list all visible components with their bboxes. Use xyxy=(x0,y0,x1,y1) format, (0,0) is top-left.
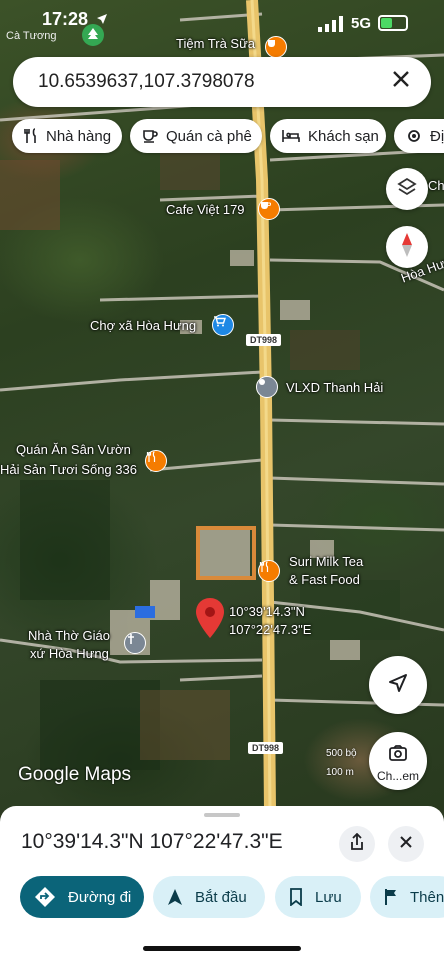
directions-button[interactable]: Đường đi xyxy=(20,876,144,918)
place-label-nha-tho-1[interactable]: Nhà Thờ Giáo xyxy=(28,628,110,644)
explore-label: Ch...em xyxy=(376,768,419,783)
place-label-quan-an-1[interactable]: Quán Ăn Sân Vườn xyxy=(16,442,131,458)
place-label-ch-right[interactable]: Ch xyxy=(428,178,444,194)
directions-label: Đường đi xyxy=(68,888,132,906)
status-time: 17:28 xyxy=(42,9,89,29)
compass-icon xyxy=(400,232,414,263)
save-label: Lưu xyxy=(315,888,342,906)
chip-label: Quán cà phê xyxy=(166,127,252,145)
home-indicator[interactable] xyxy=(143,946,301,951)
navigation-arrow-icon xyxy=(167,888,183,906)
share-button[interactable] xyxy=(339,826,375,862)
place-label-nha-tho-2[interactable]: xứ Hòa Hưng xyxy=(30,646,109,662)
fork-knife-icon xyxy=(24,128,38,144)
start-button[interactable]: Bắt đầu xyxy=(153,876,265,918)
bed-icon xyxy=(282,129,300,143)
restaurant-poi-icon[interactable] xyxy=(258,560,280,582)
flag-icon xyxy=(384,888,398,906)
search-bar[interactable]: 10.6539637,107.3798078 xyxy=(13,57,431,107)
bookmark-icon xyxy=(289,888,303,906)
sheet-drag-handle[interactable] xyxy=(204,813,240,817)
close-sheet-button[interactable] xyxy=(388,826,424,862)
chip-cafes[interactable]: Quán cà phê xyxy=(130,119,262,153)
chip-restaurants[interactable]: Nhà hàng xyxy=(12,119,122,153)
shopping-poi-icon[interactable] xyxy=(212,314,234,336)
start-label: Bắt đầu xyxy=(195,888,247,906)
place-label-suri-2[interactable]: & Fast Food xyxy=(289,572,360,588)
navigation-arrow-icon xyxy=(387,672,409,699)
status-bar: 17:28 Cà Tương 5G xyxy=(0,0,444,46)
search-query[interactable]: 10.6539637,107.3798078 xyxy=(38,71,255,93)
layers-button[interactable] xyxy=(386,168,428,210)
back-to-app-link[interactable]: Cà Tương xyxy=(6,30,56,42)
chip-more[interactable]: Đị xyxy=(394,119,444,153)
map-scale: 500 bộ 100 m xyxy=(326,748,357,778)
cafe-poi-icon[interactable] xyxy=(258,198,280,220)
road-shield-dt998: DT998 xyxy=(246,334,282,346)
road-shield-dt998: DT998 xyxy=(248,742,284,754)
place-label-cho-xa[interactable]: Chợ xã Hòa Hưng xyxy=(90,318,196,334)
place-label-vlxd[interactable]: VLXD Thanh Hải xyxy=(286,380,383,396)
chip-label: Đị xyxy=(430,127,444,145)
coffee-cup-icon xyxy=(142,128,158,144)
directions-icon xyxy=(34,886,56,908)
place-title: 10°39'14.3"N 107°22'47.3"E xyxy=(21,830,283,853)
close-icon xyxy=(399,835,413,854)
restaurant-poi-icon[interactable] xyxy=(145,450,167,472)
share-icon xyxy=(349,832,365,856)
save-button[interactable]: Lưu xyxy=(275,876,361,918)
place-label-suri-1[interactable]: Suri Milk Tea xyxy=(289,554,363,570)
place-bottom-sheet[interactable]: 10°39'14.3"N 107°22'47.3"E Đường đi Bắt … xyxy=(0,806,444,960)
chip-hotels[interactable]: Khách sạn xyxy=(270,119,386,153)
place-label-quan-an-2[interactable]: Hải Sản Tươi Sống 336 xyxy=(0,462,137,478)
place-label-cafe-viet[interactable]: Cafe Việt 179 xyxy=(166,202,245,218)
battery-icon xyxy=(378,15,408,31)
signal-bars-icon xyxy=(318,16,344,37)
compass-button[interactable] xyxy=(386,226,428,268)
my-location-button[interactable] xyxy=(369,656,427,714)
tree-icon xyxy=(82,24,104,46)
close-icon[interactable] xyxy=(389,69,413,93)
layers-icon xyxy=(396,176,418,203)
church-poi-icon[interactable] xyxy=(124,632,146,654)
network-type: 5G xyxy=(351,15,372,32)
place-pin-icon[interactable] xyxy=(256,376,278,398)
camera-lens-icon xyxy=(388,744,408,767)
pin-label-lng: 107°22'47.3"E xyxy=(229,622,312,637)
more-button[interactable]: Thên xyxy=(370,876,444,918)
more-label: Thên xyxy=(410,888,444,906)
pin-label-lat: 10°39'14.3"N xyxy=(229,604,305,619)
gear-icon xyxy=(406,128,422,144)
explore-lens-button[interactable]: Ch...em xyxy=(369,732,427,790)
chip-label: Khách sạn xyxy=(308,127,379,145)
scale-meters: 100 m xyxy=(326,767,354,778)
google-maps-logo: Google Maps xyxy=(18,764,132,785)
chip-label: Nhà hàng xyxy=(46,127,112,145)
scale-feet: 500 bộ xyxy=(326,748,357,759)
